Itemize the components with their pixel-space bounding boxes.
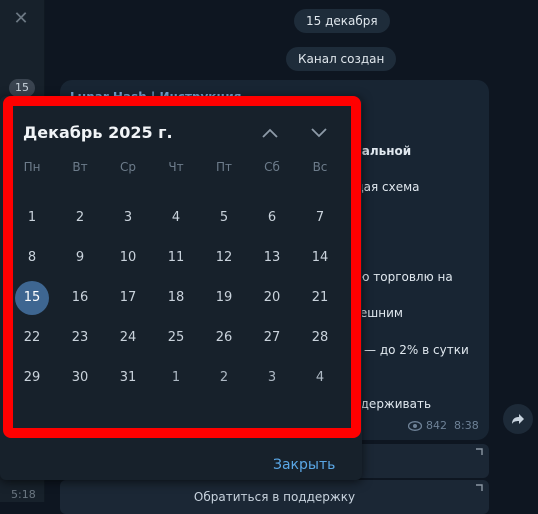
message-meta: 842 8:38 [408, 419, 479, 432]
message-line: но — до 2% в сутки [345, 343, 469, 357]
highlight-frame [3, 96, 361, 438]
date-pill[interactable]: 15 декабря [294, 9, 390, 33]
forward-button[interactable] [503, 404, 533, 434]
eye-icon [408, 421, 422, 431]
close-icon[interactable]: ✕ [11, 9, 31, 29]
support-button[interactable]: Обратиться в поддержку [60, 480, 489, 514]
arrow-corner-icon [476, 484, 483, 491]
share-icon [512, 414, 524, 424]
service-message: Канал создан [286, 47, 397, 71]
unread-badge: 15 [9, 79, 35, 97]
sidebar-time: 5:18 [11, 488, 36, 501]
message-time: 8:38 [454, 419, 479, 432]
view-count: 842 [426, 419, 447, 432]
arrow-corner-icon [476, 448, 483, 455]
close-button[interactable]: Закрыть [273, 457, 335, 473]
